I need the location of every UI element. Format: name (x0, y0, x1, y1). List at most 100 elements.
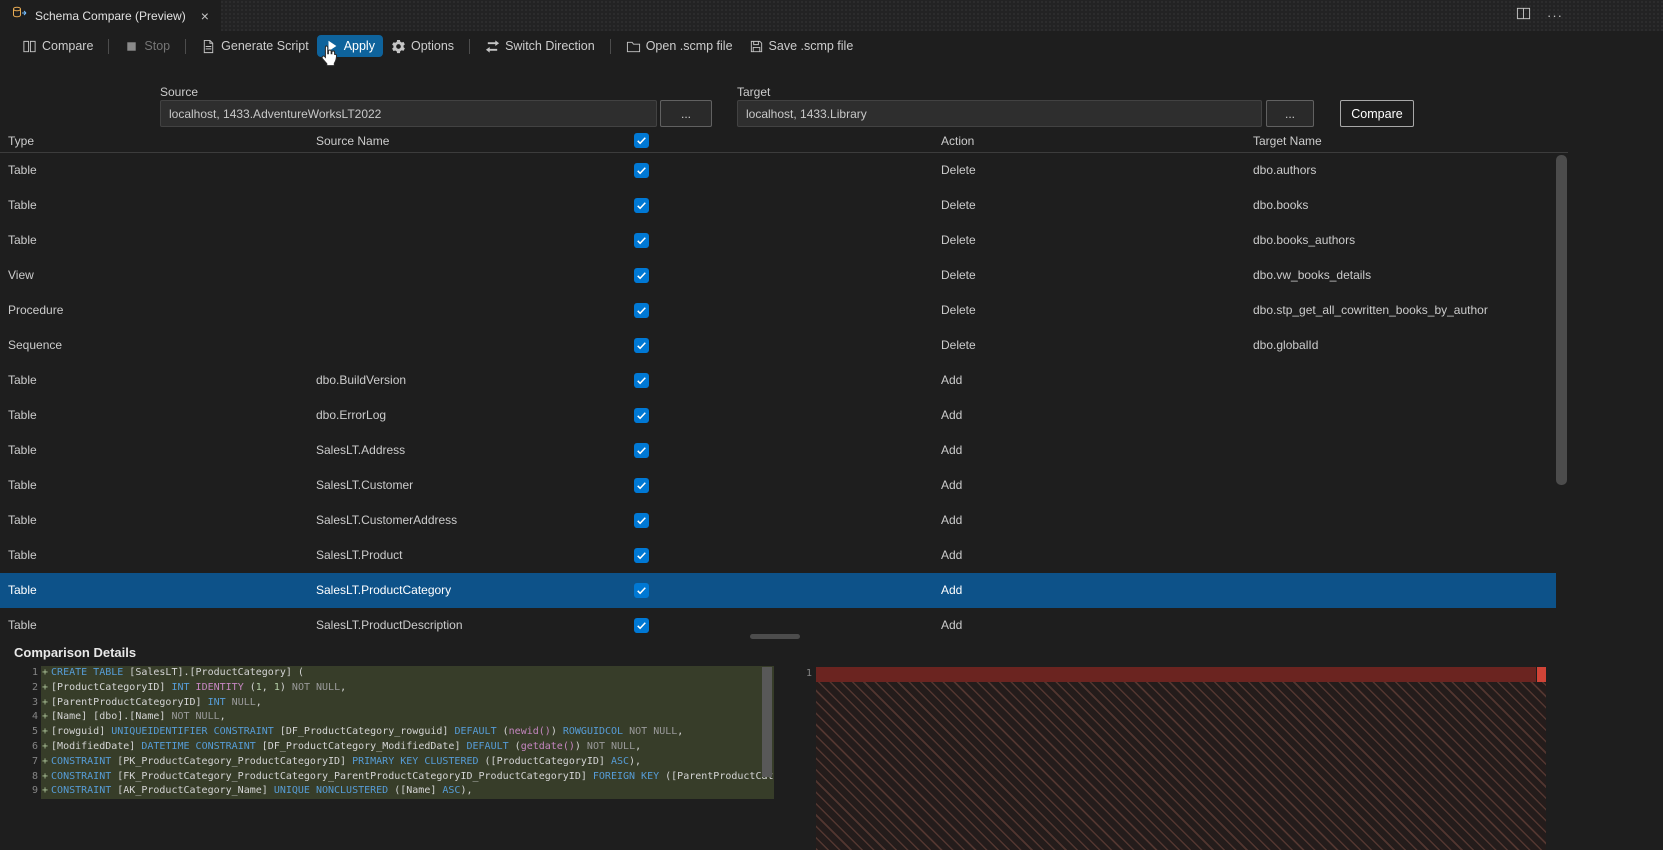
code-token: DATETIME (141, 740, 190, 752)
code-token: ASC (610, 755, 630, 767)
tab-schema-compare[interactable]: Schema Compare (Preview) × (0, 0, 221, 31)
row-include-checkbox[interactable] (634, 233, 649, 248)
table-row[interactable]: View Delete dbo.vw_books_details (0, 258, 1556, 293)
row-type: Procedure (8, 303, 64, 317)
row-target-name: dbo.books (1253, 198, 1309, 212)
toolbar-compare-button[interactable]: Compare (14, 35, 101, 58)
row-include-checkbox[interactable] (634, 408, 649, 423)
toolbar-stop-button[interactable]: Stop (116, 35, 178, 58)
column-header-source-name[interactable]: Source Name (316, 130, 389, 152)
table-row[interactable]: Table SalesLT.Address Add (0, 433, 1556, 468)
stop-icon (124, 39, 139, 54)
code-token: ( (243, 681, 256, 693)
toolbar-generate-script-label: Generate Script (221, 39, 309, 53)
row-include-checkbox[interactable] (634, 163, 649, 178)
header-include-checkbox[interactable] (634, 133, 649, 148)
table-row[interactable]: Table Delete dbo.books (0, 188, 1556, 223)
more-actions-icon[interactable]: ··· (1547, 9, 1563, 22)
row-include-checkbox[interactable] (634, 478, 649, 493)
code-line-content: + [Name] [dbo].[Name] NOT NULL, (41, 710, 774, 726)
table-row[interactable]: Table dbo.BuildVersion Add (0, 363, 1556, 398)
table-row[interactable]: Table Delete dbo.books_authors (0, 223, 1556, 258)
split-editor-icon[interactable] (1516, 6, 1531, 26)
table-row[interactable]: Sequence Delete dbo.globalId (0, 328, 1556, 363)
code-line: 4 + [Name] [dbo].[Name] NOT NULL, (14, 710, 774, 726)
column-header-type[interactable]: Type (8, 130, 34, 152)
row-include-checkbox[interactable] (634, 548, 649, 563)
source-browse-button[interactable]: ... (660, 100, 712, 127)
line-number: 4 (31, 711, 38, 723)
schema-compare-icon (12, 5, 28, 26)
row-type: Table (8, 408, 37, 422)
row-action: Add (941, 478, 963, 492)
toolbar-open-scmp-file-button[interactable]: Open .scmp file (618, 35, 741, 58)
code-token: IDENTITY (195, 681, 244, 693)
row-include-checkbox[interactable] (634, 583, 649, 598)
code-token: , (677, 726, 684, 738)
line-number: 3 (31, 696, 38, 708)
code-line-content: + [ProductCategoryID] INT IDENTITY (1, 1)… (41, 680, 774, 696)
row-action: Add (941, 513, 963, 527)
code-token: CONSTRAINT (51, 755, 112, 767)
table-row[interactable]: Table SalesLT.CustomerAddress Add (0, 503, 1556, 538)
row-source-name: SalesLT.ProductDescription (316, 618, 463, 632)
row-source-name: SalesLT.Product (316, 548, 403, 562)
code-token: ( (496, 726, 509, 738)
row-include-checkbox[interactable] (634, 373, 649, 388)
diff-add-marker: + (42, 770, 49, 782)
table-row[interactable]: Table SalesLT.Customer Add (0, 468, 1556, 503)
compare-button[interactable]: Compare (1340, 100, 1414, 127)
toolbar-save-scmp-file-button[interactable]: Save .scmp file (741, 35, 862, 58)
code-token: getdate() (520, 740, 575, 752)
code-token: , (255, 696, 262, 708)
code-line: 6 + [ModifiedDate] DATETIME CONSTRAINT [DF… (14, 739, 774, 755)
row-include-checkbox[interactable] (634, 198, 649, 213)
toolbar-stop-label: Stop (144, 39, 171, 53)
diff-add-marker: + (42, 711, 49, 723)
column-header-action[interactable]: Action (941, 130, 974, 152)
diff-deleted-line (816, 667, 1536, 682)
toolbar-open-scmp-file-label: Open .scmp file (645, 39, 733, 53)
source-input[interactable] (160, 100, 657, 127)
row-include-checkbox[interactable] (634, 513, 649, 528)
code-line: 1 + CREATE TABLE [SalesLT].[ProductCategor… (14, 666, 774, 681)
row-type: Table (8, 548, 37, 562)
row-action: Add (941, 443, 963, 457)
target-input[interactable] (737, 100, 1262, 127)
toolbar: Compare Stop Generate Script Apply Options Sw… (0, 31, 1663, 61)
code-token: ) (550, 726, 563, 738)
table-row[interactable]: Table Delete dbo.authors (0, 153, 1556, 188)
row-type: Table (8, 443, 37, 457)
row-type: Table (8, 618, 37, 632)
toolbar-generate-script-button[interactable]: Generate Script (193, 35, 317, 58)
table-row[interactable]: Procedure Delete dbo.stp_get_all_cowritten… (0, 293, 1556, 328)
code-token: [FK_ProductCategory_ProductCategory_Pare… (111, 770, 593, 782)
code-token: NOT NULL (586, 740, 636, 752)
schema-compare-app: Schema Compare (Preview) × ··· Compare St… (0, 0, 1663, 850)
row-include-checkbox[interactable] (634, 338, 649, 353)
diff-left-scrollbar[interactable] (762, 667, 772, 777)
row-include-checkbox[interactable] (634, 303, 649, 318)
diff-add-marker: + (42, 740, 49, 752)
code-line: 3 + [ParentProductCategoryID] INT NULL, (14, 695, 774, 711)
close-icon[interactable]: × (201, 9, 209, 23)
row-include-checkbox[interactable] (634, 443, 649, 458)
table-row[interactable]: Table dbo.ErrorLog Add (0, 398, 1556, 433)
code-token: ), (629, 755, 642, 767)
code-line: 2 + [ProductCategoryID] INT IDENTITY (1, 1… (14, 680, 774, 696)
grid-vertical-scrollbar[interactable] (1556, 155, 1567, 485)
row-include-checkbox[interactable] (634, 268, 649, 283)
table-row[interactable]: Table SalesLT.Product Add (0, 538, 1556, 573)
table-row[interactable]: Table SalesLT.ProductCategory Add (0, 573, 1556, 608)
toolbar-apply-button[interactable]: Apply (316, 35, 383, 57)
code-token: ROWGUIDCOL (562, 726, 624, 738)
grid-horizontal-scrollbar[interactable] (750, 634, 800, 639)
code-line: 5 + [rowguid] UNIQUEIDENTIFIER CONSTRAINT … (14, 725, 774, 740)
toolbar-options-button[interactable]: Options (383, 35, 462, 58)
compare-icon (22, 39, 37, 54)
code-line: 7 + CONSTRAINT [PK_ProductCategory_Product… (14, 754, 774, 770)
target-browse-button[interactable]: ... (1266, 100, 1314, 127)
column-header-target-name[interactable]: Target Name (1253, 130, 1322, 152)
row-include-checkbox[interactable] (634, 618, 649, 633)
toolbar-switch-direction-button[interactable]: Switch Direction (477, 35, 603, 58)
